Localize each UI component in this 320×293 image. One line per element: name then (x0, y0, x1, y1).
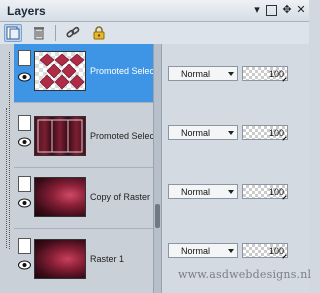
layer-row[interactable]: Copy of Raster 1 (14, 170, 153, 228)
watermark: www.asdwebdesigns.nl (178, 268, 312, 281)
layer-thumbnail (34, 177, 86, 217)
dropdown-icon[interactable]: ▾ (250, 3, 264, 17)
layer-page-icon (18, 115, 31, 131)
layer-row[interactable]: Promoted Selection (14, 109, 153, 167)
layer-thumbnail (34, 239, 86, 279)
splitter-grip[interactable] (155, 204, 160, 228)
blend-mode-value: Normal (181, 69, 211, 79)
row-divider (14, 228, 153, 229)
opacity-field[interactable]: 100 (242, 125, 288, 141)
row-divider (14, 167, 153, 168)
layer-page-icon (18, 238, 31, 254)
new-layer-icon[interactable] (4, 24, 22, 42)
layer-visibility[interactable] (17, 44, 32, 102)
blend-mode-value: Normal (181, 246, 211, 256)
opacity-value: 100 (268, 246, 284, 256)
layer-page-icon (18, 50, 31, 66)
blend-mode-dropdown[interactable]: Normal (168, 125, 238, 140)
layer-visibility[interactable] (17, 232, 32, 290)
layer-list: Promoted Selection Promoted Selection Co… (0, 44, 153, 293)
layer-name: Raster 1 (90, 254, 125, 264)
opacity-value: 100 (268, 69, 284, 79)
eye-icon[interactable] (18, 260, 31, 270)
layer-thumbnail (34, 116, 86, 156)
trash-icon[interactable] (30, 24, 48, 42)
opacity-field[interactable]: 100 (242, 66, 288, 82)
toolbar-separator (55, 25, 56, 41)
chevron-down-icon (228, 131, 234, 135)
opacity-value: 100 (268, 187, 284, 197)
blend-mode-value: Normal (181, 187, 211, 197)
layer-row[interactable]: Raster 1 (14, 232, 153, 290)
eye-icon[interactable] (18, 72, 31, 82)
blend-mode-dropdown[interactable]: Normal (168, 66, 238, 81)
row-divider (14, 102, 153, 103)
layer-visibility[interactable] (17, 109, 32, 167)
layer-visibility[interactable] (17, 170, 32, 228)
link-icon[interactable] (64, 24, 82, 42)
layer-page-icon (18, 176, 31, 192)
lock-icon[interactable] (90, 24, 108, 42)
layer-thumbnail (34, 51, 86, 91)
blend-mode-dropdown[interactable]: Normal (168, 243, 238, 258)
opacity-value: 100 (268, 128, 284, 138)
opacity-field[interactable]: 100 (242, 184, 288, 200)
layer-name: Copy of Raster 1 (90, 192, 153, 202)
layers-toolbar (0, 22, 309, 45)
blend-mode-value: Normal (181, 128, 211, 138)
tree-line (9, 52, 10, 249)
opacity-field[interactable]: 100 (242, 243, 288, 259)
tree-line-group (6, 108, 7, 248)
pin-icon[interactable]: ✥ (280, 3, 294, 17)
panel-titlebar: Layers ▾ ✥ ✕ (0, 0, 309, 22)
close-icon[interactable]: ✕ (294, 3, 308, 17)
chevron-down-icon (228, 249, 234, 253)
chevron-down-icon (228, 72, 234, 76)
panel-title: Layers (7, 4, 46, 18)
layer-properties: Normal 100 Normal 100 Normal 100 Normal … (162, 44, 309, 293)
blend-mode-dropdown[interactable]: Normal (168, 184, 238, 199)
panel-splitter[interactable] (153, 44, 162, 293)
layer-name: Promoted Selection (90, 131, 153, 141)
chevron-down-icon (228, 190, 234, 194)
layer-name: Promoted Selection (90, 66, 153, 76)
eye-icon[interactable] (18, 198, 31, 208)
eye-icon[interactable] (18, 137, 31, 147)
layer-row[interactable]: Promoted Selection (14, 44, 153, 102)
collapse-icon[interactable] (266, 5, 277, 16)
